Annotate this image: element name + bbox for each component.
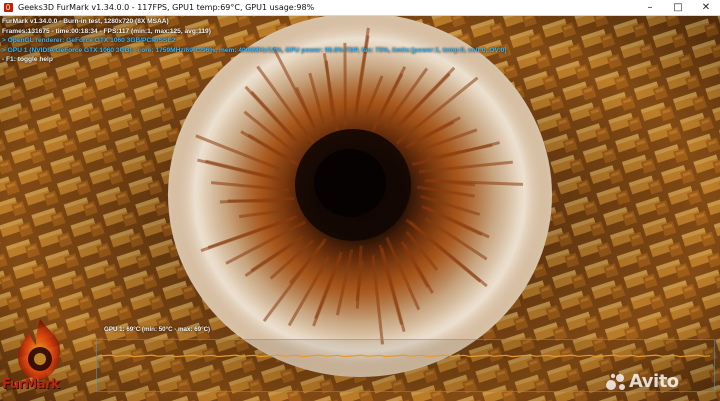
furmark-info-overlay: FurMark v1.34.0.0 - Burn-in test, 1280x7… — [2, 17, 506, 65]
logo-text: FurMark — [2, 377, 60, 392]
overlay-gpu-line: > GPU 1 (NVIDIA GeForce GTX 1060 3GB) - … — [2, 46, 507, 54]
furmark-app-icon — [4, 3, 13, 12]
overlay-frames-line: Frames:131675 - time:00:18:34 - FPS:117 … — [2, 27, 211, 35]
watermark-text: Avito — [629, 371, 679, 392]
title-bar[interactable]: Geeks3D FurMark v1.34.0.0 - 117FPS, GPU1… — [0, 0, 720, 16]
furmark-logo-text: FurMark — [2, 377, 60, 392]
render-viewport[interactable]: FurMark v1.34.0.0 - Burn-in test, 1280x7… — [0, 15, 720, 401]
overlay-renderer-line: > OpenGL renderer: GeForce GTX 1060 3GB/… — [2, 37, 176, 45]
overlay-title-line: FurMark v1.34.0.0 - Burn-in test, 1280x7… — [2, 18, 169, 25]
flame-logo-icon — [18, 319, 61, 379]
window-title: Geeks3D FurMark v1.34.0.0 - 117FPS, GPU1… — [18, 3, 315, 12]
minimize-button[interactable]: – — [636, 0, 664, 15]
close-button[interactable]: ✕ — [692, 0, 720, 15]
overlay-help-line: - F1: toggle help — [2, 56, 53, 64]
furmark-window: Geeks3D FurMark v1.34.0.0 - 117FPS, GPU1… — [0, 0, 720, 401]
temperature-graph-label: GPU 1: 69°C (min: 50°C - max: 69°C) — [104, 326, 211, 333]
window-controls: – □ ✕ — [636, 0, 720, 15]
maximize-button[interactable]: □ — [664, 0, 692, 15]
avito-watermark: Avito — [605, 371, 679, 392]
avito-dots-icon — [606, 373, 625, 390]
